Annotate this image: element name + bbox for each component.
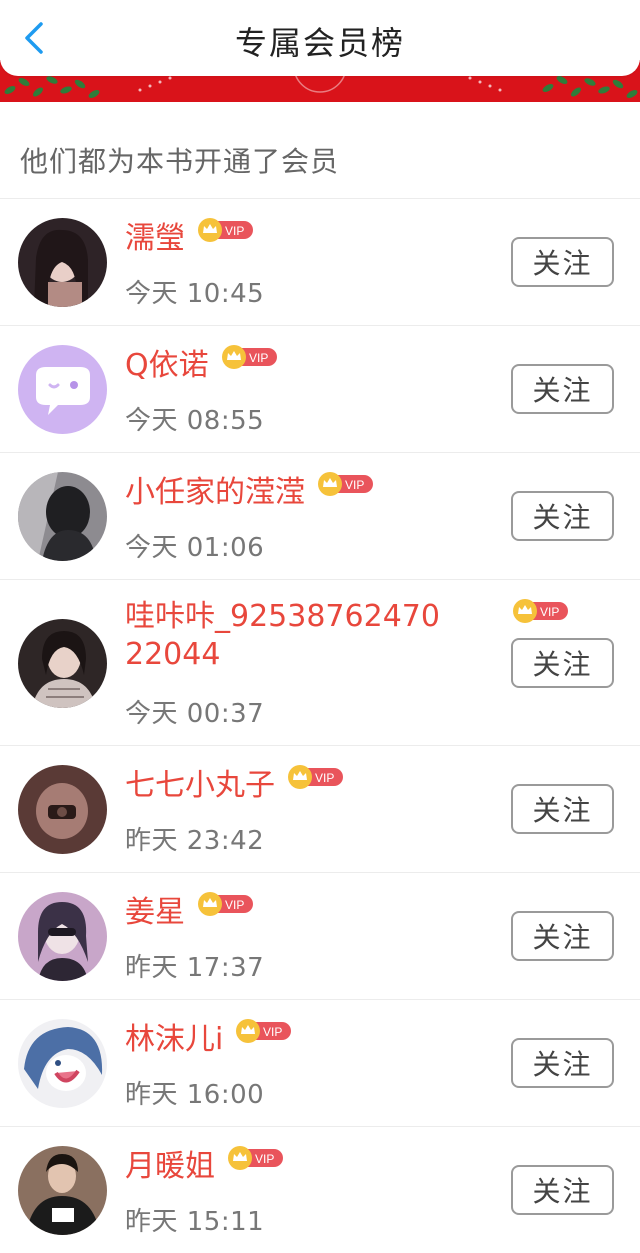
avatar[interactable] (18, 765, 107, 854)
join-time: 今天 10:45 (125, 279, 265, 309)
vip-badge: VIP (235, 1018, 293, 1048)
member-name[interactable]: 哇咔咔_9253876247022044 (125, 598, 445, 674)
follow-button[interactable]: 关注 (511, 364, 614, 414)
member-list: 濡瑩 VIP 今天 10:45 关注 Q依诺 VIP 今天 08:55 关注 小… (0, 199, 640, 1253)
follow-button[interactable]: 关注 (511, 784, 614, 834)
vip-badge: VIP (197, 217, 255, 247)
member-name[interactable]: 七七小丸子 (125, 764, 275, 808)
vip-badge: VIP (287, 764, 345, 794)
member-name[interactable]: 月暖姐 (125, 1145, 215, 1189)
list-item[interactable]: 林沫儿i VIP 昨天 16:00 关注 (0, 1000, 640, 1127)
join-time: 今天 00:37 (125, 699, 265, 729)
join-time: 昨天 17:37 (125, 953, 265, 983)
list-item[interactable]: 小任家的滢滢 VIP 今天 01:06 关注 (0, 453, 640, 580)
join-time: 今天 01:06 (125, 533, 265, 563)
list-item[interactable]: 姜星 VIP 昨天 17:37 关注 (0, 873, 640, 1000)
vip-label: VIP (255, 1152, 274, 1166)
member-name[interactable]: 小任家的滢滢 (125, 471, 305, 515)
vip-label: VIP (225, 898, 244, 912)
vip-badge: VIP (197, 891, 255, 921)
member-name[interactable]: 林沫儿i (125, 1018, 223, 1062)
vip-label: VIP (540, 605, 559, 619)
vip-badge: VIP (227, 1145, 285, 1175)
join-time: 今天 08:55 (125, 406, 265, 436)
member-name[interactable]: 姜星 (125, 891, 185, 935)
avatar[interactable] (18, 218, 107, 307)
join-time: 昨天 23:42 (125, 826, 265, 856)
list-item[interactable]: 月暖姐 VIP 昨天 15:11 关注 (0, 1127, 640, 1253)
avatar[interactable] (18, 892, 107, 981)
avatar[interactable] (18, 472, 107, 561)
follow-button[interactable]: 关注 (511, 1038, 614, 1088)
avatar[interactable] (18, 619, 107, 708)
join-time: 昨天 16:00 (125, 1080, 265, 1110)
vip-label: VIP (225, 224, 244, 238)
follow-button[interactable]: 关注 (511, 911, 614, 961)
vip-label: VIP (345, 478, 364, 492)
avatar[interactable] (18, 1019, 107, 1108)
list-item[interactable]: 哇咔咔_9253876247022044 VIP 今天 00:37 关注 (0, 580, 640, 746)
list-item[interactable]: 七七小丸子 VIP 昨天 23:42 关注 (0, 746, 640, 873)
vip-badge: VIP (512, 598, 570, 628)
follow-button[interactable]: 关注 (511, 491, 614, 541)
vip-badge: VIP (317, 471, 375, 501)
list-item[interactable]: 濡瑩 VIP 今天 10:45 关注 (0, 199, 640, 326)
vip-label: VIP (263, 1025, 282, 1039)
page-title: 专属会员榜 (234, 24, 405, 62)
join-time: 昨天 15:11 (125, 1207, 265, 1237)
nav-header: 专属会员榜 (0, 0, 640, 76)
avatar[interactable] (18, 1146, 107, 1235)
vip-label: VIP (249, 351, 268, 365)
list-item[interactable]: Q依诺 VIP 今天 08:55 关注 (0, 326, 640, 453)
avatar[interactable] (18, 345, 107, 434)
follow-button[interactable]: 关注 (511, 638, 614, 688)
member-name[interactable]: Q依诺 (125, 344, 209, 388)
vip-badge: VIP (221, 344, 279, 374)
section-label: 他们都为本书开通了会员 (20, 145, 340, 178)
member-name[interactable]: 濡瑩 (125, 217, 185, 261)
follow-button[interactable]: 关注 (511, 1165, 614, 1215)
follow-button[interactable]: 关注 (511, 237, 614, 287)
vip-label: VIP (315, 771, 334, 785)
